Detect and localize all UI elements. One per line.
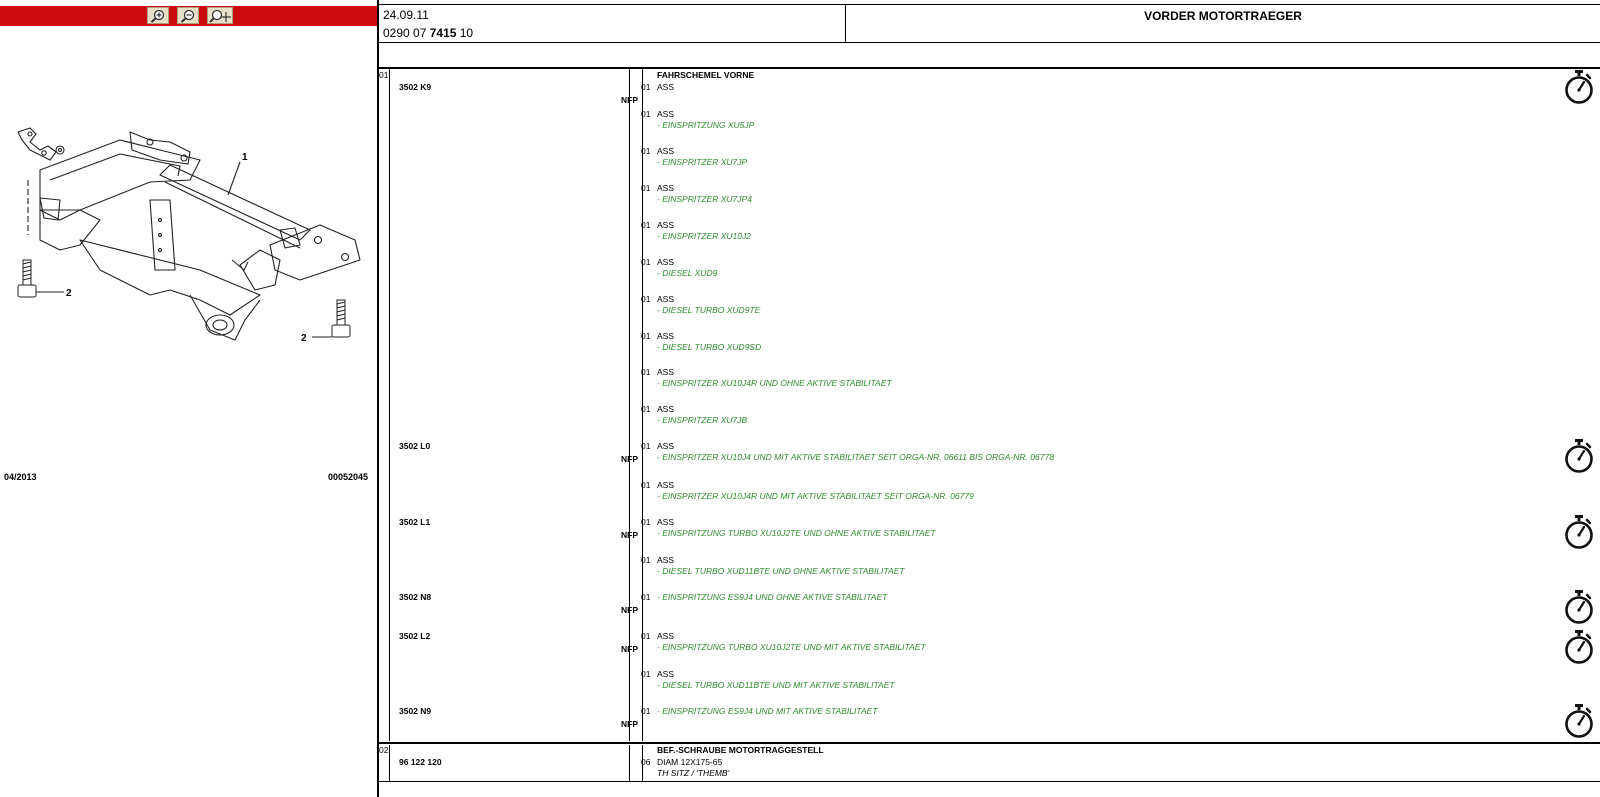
screw-note: TH SITZ / 'THEMB': [657, 768, 730, 778]
header-date: 24.09.11: [383, 8, 429, 22]
drawing-number: 00052045: [328, 472, 369, 482]
nfp-label: NFP: [621, 605, 638, 615]
part-number[interactable]: 3502 L0: [399, 441, 430, 451]
callout-2: 2: [66, 288, 72, 299]
zoom-fit-icon[interactable]: [207, 7, 233, 24]
screw-qty: 06: [641, 757, 651, 767]
parts-list-panel: 24.09.11 0290 07 7415 10 VORDER MOTORTRA…: [379, 0, 1600, 797]
nfp-label: NFP: [621, 644, 638, 654]
stopwatch-icon[interactable]: [1564, 69, 1594, 105]
page-title: VORDER MOTORTRAEGER: [1144, 9, 1302, 23]
nfp-label: NFP: [621, 530, 638, 540]
group-name: BEF.-SCHRAUBE MOTORTRAGGESTELL: [657, 745, 824, 755]
part-number[interactable]: 3502 L2: [399, 631, 430, 641]
part-number[interactable]: 3502 N8: [399, 592, 431, 602]
zoom-out-icon[interactable]: [177, 7, 199, 24]
subframe-drawing: 1 2 2: [17, 127, 361, 344]
nfp-label: NFP: [621, 95, 638, 105]
zoom-in-icon[interactable]: [147, 7, 169, 24]
stopwatch-icon[interactable]: [1564, 438, 1594, 474]
screw-spec: DIAM 12X175-65: [657, 757, 723, 767]
part-number[interactable]: 3502 K9: [399, 82, 431, 92]
group-pos: 02: [379, 745, 389, 755]
callout-1: 1: [242, 152, 248, 163]
nfp-label: NFP: [621, 719, 638, 729]
stopwatch-icon[interactable]: [1564, 514, 1594, 550]
stopwatch-icon[interactable]: [1564, 589, 1594, 625]
drawing-date: 04/2013: [4, 472, 37, 482]
illustration-panel: 1 2 2 04/2013 00052045: [0, 0, 377, 797]
stopwatch-icon[interactable]: [1564, 629, 1594, 665]
stopwatch-icon[interactable]: [1564, 703, 1594, 739]
group-name: FAHRSCHEMEL VORNE: [657, 70, 755, 80]
header-reference: 0290 07 7415 10: [383, 26, 474, 40]
zoom-toolbar: [0, 6, 377, 26]
group-pos: 01: [379, 70, 389, 80]
nfp-label: NFP: [621, 454, 638, 464]
callout-2-right: 2: [301, 333, 307, 344]
part-number[interactable]: 3502 L1: [399, 517, 430, 527]
part-number[interactable]: 96 122 120: [399, 757, 442, 767]
part-number[interactable]: 3502 N9: [399, 706, 431, 716]
